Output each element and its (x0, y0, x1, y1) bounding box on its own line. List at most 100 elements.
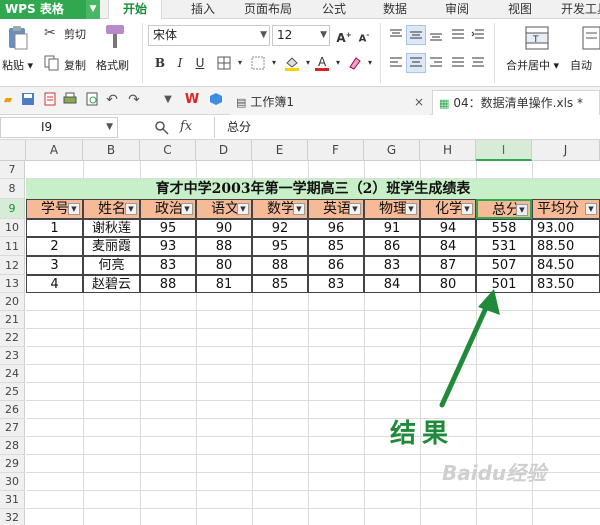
header-cell[interactable]: 物理 ▼ (364, 199, 420, 219)
chevron-down-icon[interactable]: ▼ (86, 0, 100, 19)
row-header-26[interactable]: 26 (0, 401, 25, 419)
copy-icon[interactable] (44, 55, 60, 71)
row-header-10[interactable]: 10 (0, 219, 25, 237)
bold-icon[interactable]: B (150, 53, 170, 73)
header-cell[interactable]: 平均分 ▼ (532, 199, 600, 219)
cell-score[interactable]: 86 (308, 256, 364, 275)
cell-score[interactable]: 88 (252, 256, 308, 275)
header-cell[interactable]: 学号 ▼ (26, 199, 83, 219)
insert-function-button[interactable]: fx (180, 119, 192, 134)
close-icon[interactable]: × (414, 90, 424, 114)
align-top-icon[interactable] (386, 25, 406, 45)
chevron-down-icon[interactable]: ▾ (264, 53, 284, 73)
redo-icon[interactable]: ↷ (126, 92, 142, 108)
header-cell[interactable]: 数学 ▼ (252, 199, 308, 219)
cell-id[interactable]: 4 (26, 275, 83, 293)
increase-font-icon[interactable]: A+ (334, 25, 354, 45)
underline-icon[interactable]: U (190, 53, 210, 73)
tab-formulas[interactable]: 公式 (312, 0, 356, 19)
chevron-down-icon[interactable]: ▾ (360, 53, 380, 73)
chevron-down-icon[interactable]: ▾ (230, 53, 250, 73)
cell-total[interactable]: 507 (476, 256, 532, 275)
row-header-27[interactable]: 27 (0, 419, 25, 437)
cut-button[interactable]: 剪切 (64, 26, 86, 42)
filter-dropdown-icon[interactable]: ▼ (237, 203, 249, 215)
filter-dropdown-icon[interactable]: ▼ (349, 203, 361, 215)
row-header-21[interactable]: 21 (0, 311, 25, 329)
cell-score[interactable]: 80 (196, 256, 252, 275)
tab-home[interactable]: 开始 (108, 0, 162, 19)
header-cell[interactable]: 政治 ▼ (140, 199, 196, 219)
row-header-29[interactable]: 29 (0, 455, 25, 473)
row-header-7[interactable]: 7 (0, 161, 25, 179)
filter-dropdown-icon[interactable]: ▼ (68, 203, 80, 215)
cell-score[interactable]: 86 (364, 237, 420, 256)
row-header-25[interactable]: 25 (0, 383, 25, 401)
doc-tab-workbook1[interactable]: ▤ 工作簿1 × (230, 90, 430, 115)
cell-score[interactable]: 83 (308, 275, 364, 293)
undo-icon[interactable]: ↶ (104, 92, 120, 108)
format-painter-button[interactable]: 格式刷 (96, 57, 129, 73)
col-header-i[interactable]: I (476, 140, 532, 161)
doc-tab-active[interactable]: ▦ 04：数据清单操作.xls * (432, 90, 600, 115)
wrap-rows-icon[interactable] (448, 25, 468, 45)
cell-average[interactable]: 83.50 (532, 275, 600, 293)
format-painter-icon[interactable] (102, 23, 128, 51)
header-cell[interactable]: 英语 ▼ (308, 199, 364, 219)
cell-score[interactable]: 96 (308, 219, 364, 237)
header-cell-selected[interactable]: 总分 ▼ (476, 199, 532, 219)
cell-total[interactable]: 558 (476, 219, 532, 237)
cell-score[interactable]: 92 (252, 219, 308, 237)
tab-view[interactable]: 视图 (495, 0, 545, 19)
filter-active-icon[interactable]: ▼ (516, 204, 528, 216)
align-left-icon[interactable] (386, 53, 406, 73)
cell-name[interactable]: 麦丽霞 (83, 237, 140, 256)
cell-name[interactable]: 何亮 (83, 256, 140, 275)
cell-score[interactable]: 93 (140, 237, 196, 256)
cell-score[interactable]: 95 (252, 237, 308, 256)
cell-score[interactable]: 88 (196, 237, 252, 256)
row-header-24[interactable]: 24 (0, 365, 25, 383)
cell-score[interactable]: 87 (420, 256, 476, 275)
decrease-font-icon[interactable]: A- (354, 25, 374, 45)
justify-icon[interactable] (448, 53, 468, 73)
filter-dropdown-icon[interactable]: ▼ (461, 203, 473, 215)
row-header-8[interactable]: 8 (0, 179, 25, 199)
print-icon[interactable] (62, 92, 78, 108)
cell-score[interactable]: 90 (196, 219, 252, 237)
font-size-select[interactable]: 12 ▼ (272, 25, 330, 46)
align-right-icon[interactable] (426, 53, 446, 73)
header-cell[interactable]: 姓名 ▼ (83, 199, 140, 219)
col-header-a[interactable]: A (26, 140, 83, 161)
col-header-c[interactable]: C (140, 140, 196, 161)
paste-button[interactable]: 粘贴 ▾ (2, 57, 33, 73)
cell-score[interactable]: 83 (364, 256, 420, 275)
export-pdf-icon[interactable] (42, 92, 58, 108)
row-header-11[interactable]: 11 (0, 237, 25, 256)
cell-score[interactable]: 85 (252, 275, 308, 293)
tab-review[interactable]: 审阅 (432, 0, 482, 19)
print-preview-icon[interactable] (84, 92, 100, 108)
col-header-e[interactable]: E (252, 140, 308, 161)
cell-name[interactable]: 谢秋莲 (83, 219, 140, 237)
row-header-13[interactable]: 13 (0, 275, 25, 293)
row-header-9[interactable]: 9 (0, 199, 25, 219)
merge-center-button[interactable]: 合并居中 ▾ (506, 57, 559, 73)
cell-score[interactable]: 85 (308, 237, 364, 256)
cell-score[interactable]: 94 (420, 219, 476, 237)
row-header-12[interactable]: 12 (0, 256, 25, 275)
cell-score[interactable]: 91 (364, 219, 420, 237)
col-header-j[interactable]: J (532, 140, 600, 161)
filter-dropdown-icon[interactable]: ▼ (293, 203, 305, 215)
cell-score[interactable]: 81 (196, 275, 252, 293)
cell-id[interactable]: 3 (26, 256, 83, 275)
save-icon[interactable] (20, 92, 36, 108)
cell-average[interactable]: 93.00 (532, 219, 600, 237)
distribute-icon[interactable] (468, 53, 488, 73)
filter-dropdown-icon[interactable]: ▼ (585, 203, 597, 215)
cell-score[interactable]: 83 (140, 256, 196, 275)
cell-id[interactable]: 2 (26, 237, 83, 256)
chevron-down-icon[interactable]: ▼ (160, 92, 176, 108)
tab-developer[interactable]: 开发工具 (555, 0, 600, 19)
copy-button[interactable]: 复制 (64, 57, 86, 73)
